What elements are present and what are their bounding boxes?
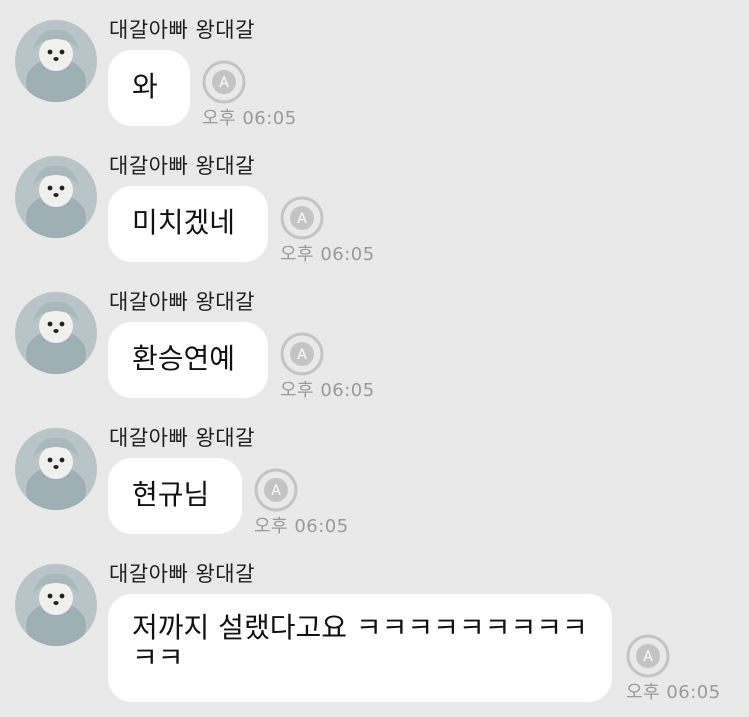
translate-icon[interactable]: A xyxy=(626,634,670,678)
dog-avatar-icon xyxy=(15,20,97,102)
message-time: 오후 06:05 xyxy=(202,108,297,129)
translate-icon[interactable]: A xyxy=(280,332,324,376)
svg-text:A: A xyxy=(297,211,307,227)
svg-text:A: A xyxy=(219,75,229,91)
sender-name: 대갈아빠 왕대갈 xyxy=(109,18,255,42)
message-group: 대갈아빠 왕대갈 미치겠네 A 오후 06:05 xyxy=(0,150,749,266)
sender-name: 대갈아빠 왕대갈 xyxy=(109,562,255,586)
sender-name: 대갈아빠 왕대갈 xyxy=(109,290,255,314)
avatar[interactable] xyxy=(15,428,97,510)
message-group: 대갈아빠 왕대갈 환승연예 A 오후 06:05 xyxy=(0,286,749,402)
message-time: 오후 06:05 xyxy=(254,516,349,537)
message-group: 대갈아빠 왕대갈 와 A 오후 06:05 xyxy=(0,14,749,130)
avatar[interactable] xyxy=(15,156,97,238)
svg-text:A: A xyxy=(297,347,307,363)
message-bubble[interactable]: 와 xyxy=(108,50,190,126)
dog-avatar-icon xyxy=(15,428,97,510)
message-group: 대갈아빠 왕대갈 현규님 A 오후 06:05 xyxy=(0,422,749,538)
message-bubble[interactable]: 환승연예 xyxy=(108,322,268,398)
dog-avatar-icon xyxy=(15,292,97,374)
dog-avatar-icon xyxy=(15,564,97,646)
avatar[interactable] xyxy=(15,564,97,646)
message-bubble[interactable]: 현규님 xyxy=(108,458,242,534)
message-bubble[interactable]: 저까지 설랬다고요 ㅋㅋㅋㅋㅋㅋㅋㅋㅋㅋㅋ xyxy=(108,594,612,702)
translate-icon[interactable]: A xyxy=(280,196,324,240)
dog-avatar-icon xyxy=(15,156,97,238)
message-bubble[interactable]: 미치겠네 xyxy=(108,186,268,262)
translate-icon[interactable]: A xyxy=(254,468,298,512)
avatar[interactable] xyxy=(15,20,97,102)
sender-name: 대갈아빠 왕대갈 xyxy=(109,154,255,178)
chat-room: 대갈아빠 왕대갈 와 A 오후 06:05 대갈아빠 왕대갈 미치겠네 A 오후… xyxy=(0,0,749,717)
message-group: 대갈아빠 왕대갈 저까지 설랬다고요 ㅋㅋㅋㅋㅋㅋㅋㅋㅋㅋㅋ A 오후 06:0… xyxy=(0,558,749,708)
translate-icon[interactable]: A xyxy=(202,60,246,104)
svg-text:A: A xyxy=(643,649,653,665)
message-time: 오후 06:05 xyxy=(626,682,721,703)
avatar[interactable] xyxy=(15,292,97,374)
sender-name: 대갈아빠 왕대갈 xyxy=(109,426,255,450)
message-time: 오후 06:05 xyxy=(280,244,375,265)
svg-text:A: A xyxy=(271,483,281,499)
message-time: 오후 06:05 xyxy=(280,380,375,401)
